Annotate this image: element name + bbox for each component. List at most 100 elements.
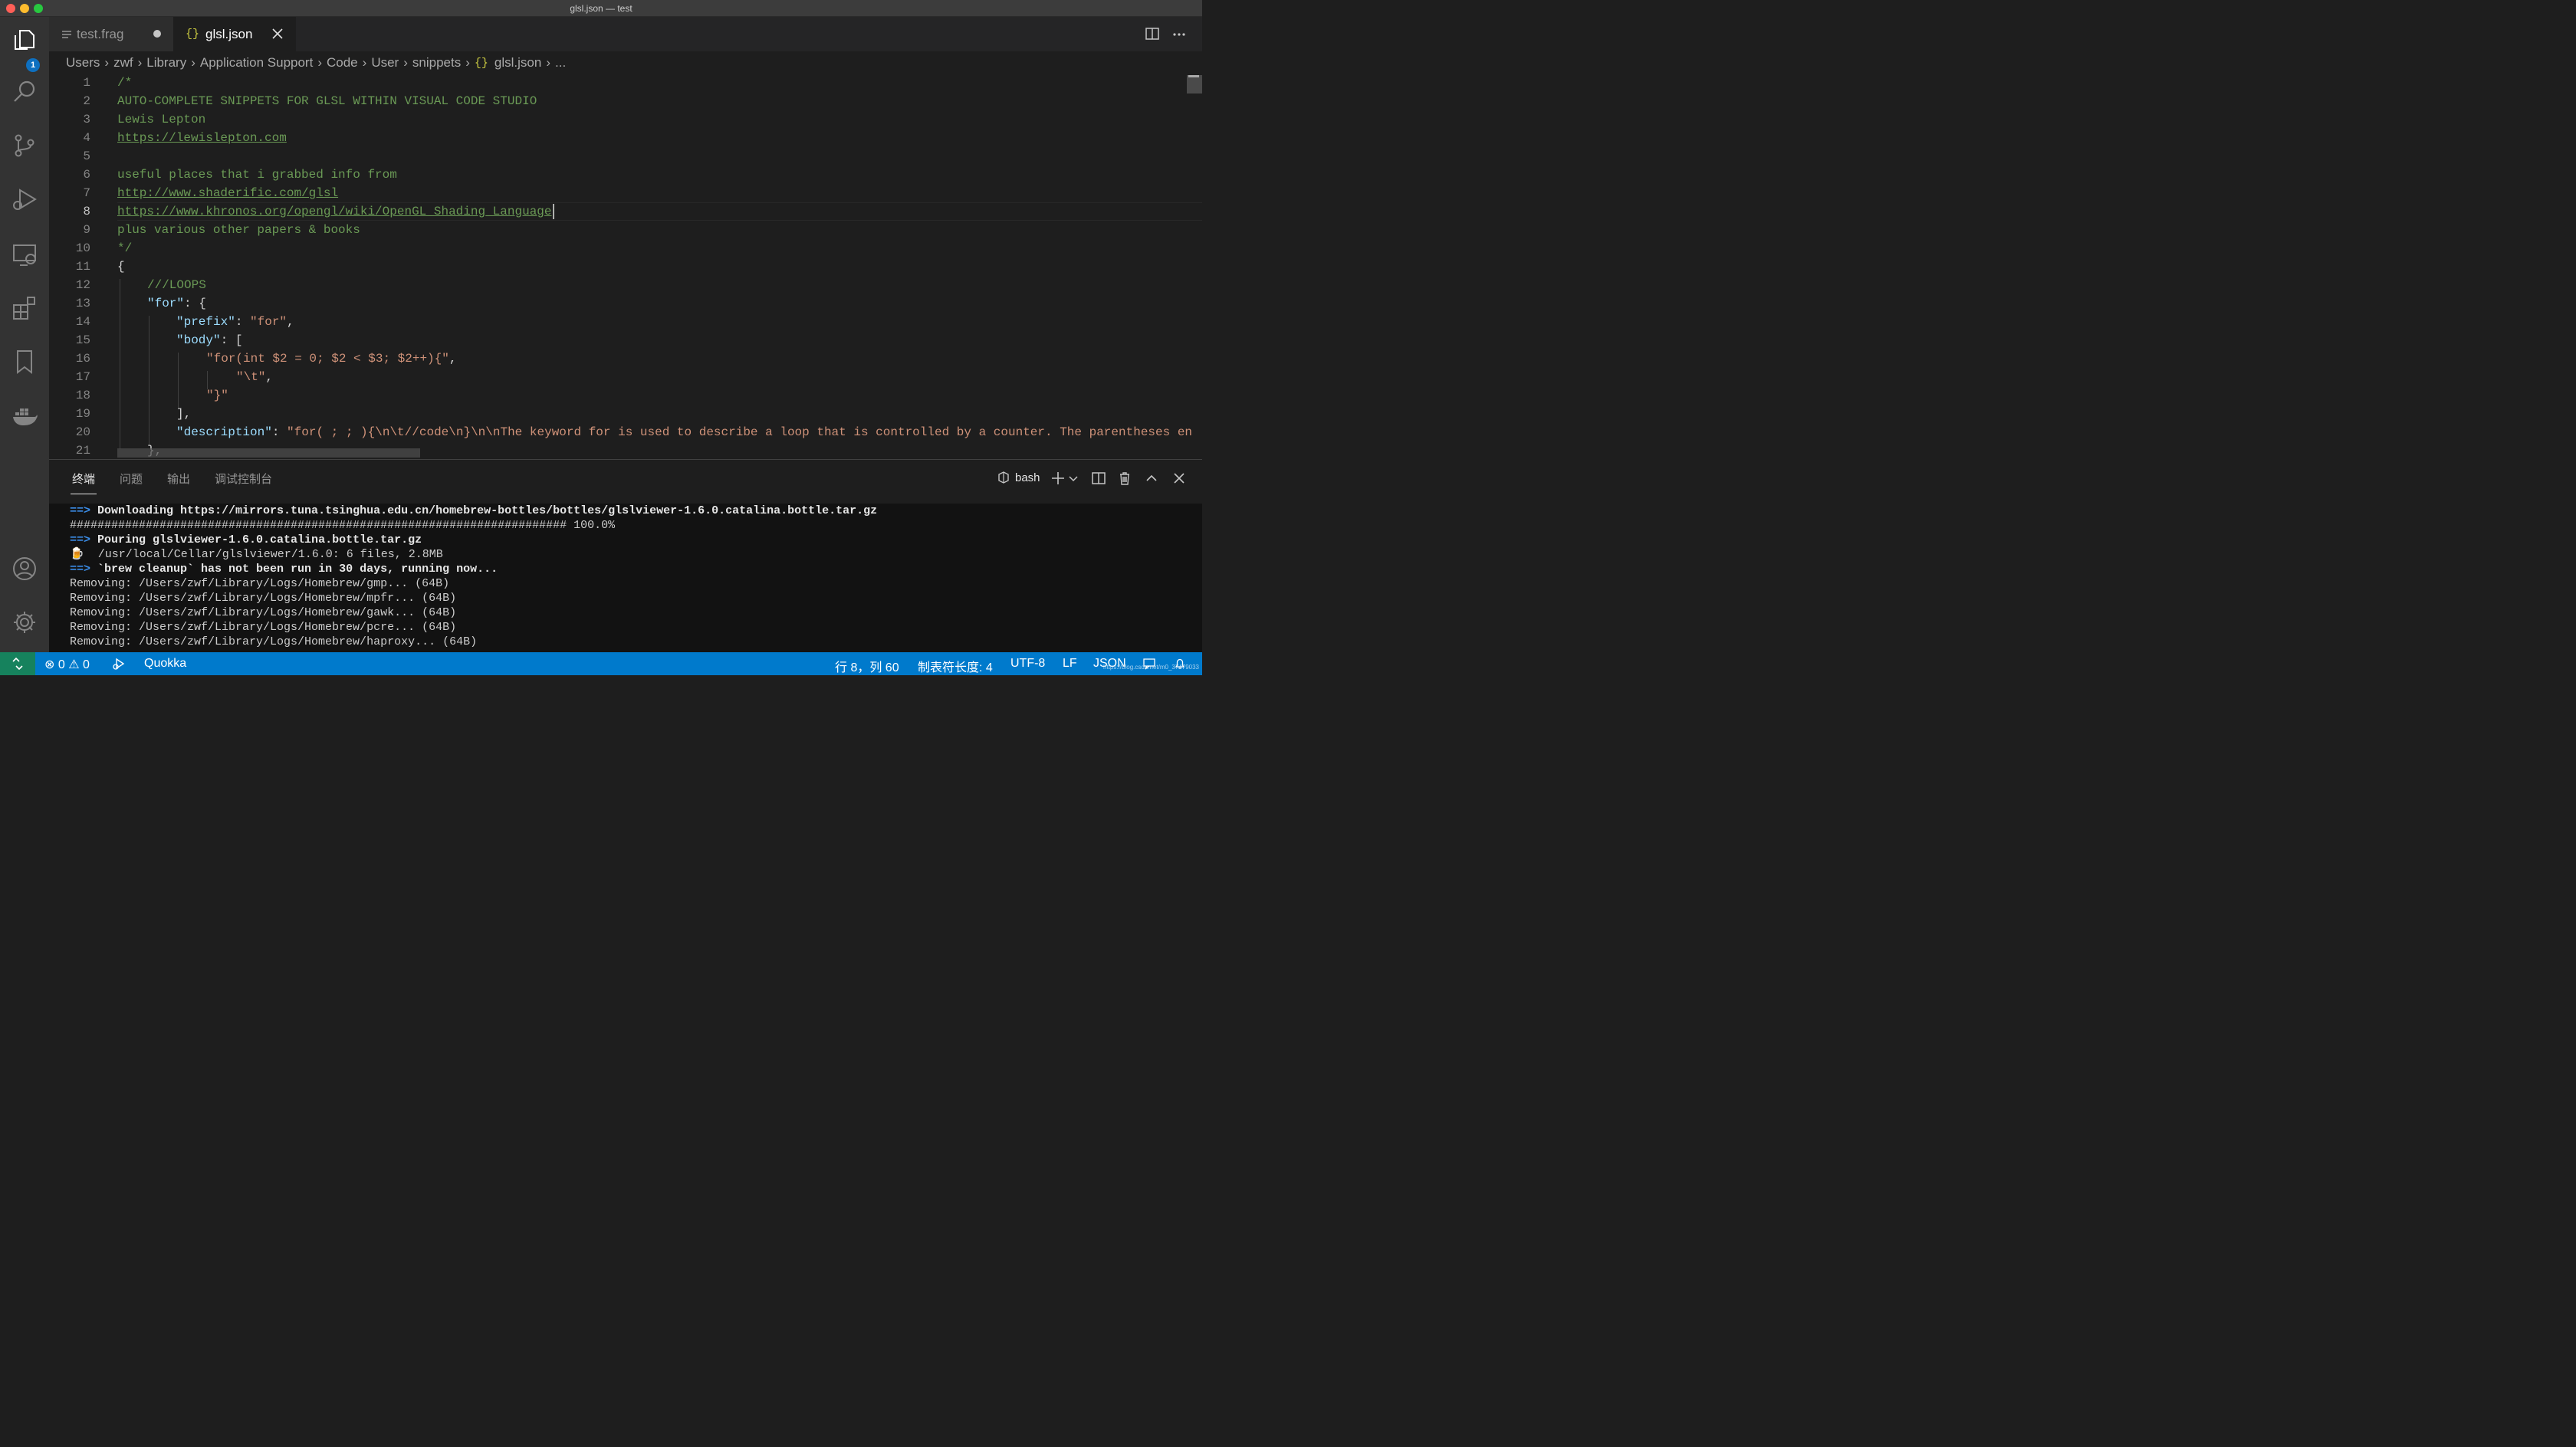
tab-label: test.frag (77, 26, 124, 41)
chevron-right-icon: › (191, 55, 196, 70)
accounts-icon[interactable] (11, 555, 38, 582)
end-of-line[interactable]: LF (1063, 657, 1077, 671)
code-link[interactable]: http://www.shaderific.com/glsl (117, 184, 338, 202)
shell-label: bash (1015, 471, 1040, 484)
extensions-icon[interactable] (11, 294, 38, 322)
breadcrumb-item[interactable]: Library (146, 55, 186, 71)
error-icon: ⊗ (44, 658, 55, 671)
minimap-slider[interactable] (1187, 75, 1202, 94)
run-debug-icon[interactable] (11, 185, 38, 213)
breadcrumb-more[interactable]: ... (555, 55, 566, 71)
code-link[interactable]: https://lewislepton.com (117, 129, 287, 147)
tab-output[interactable]: 输出 (167, 471, 190, 487)
braces-icon: {} (186, 28, 200, 41)
problems-status[interactable]: ⊗ 0 ⚠ 0 (44, 657, 90, 672)
tab-terminal[interactable]: 终端 (72, 471, 95, 487)
close-panel-icon[interactable] (1171, 471, 1187, 486)
code-line: 10 */ (49, 239, 1202, 258)
run-icon[interactable] (112, 657, 126, 671)
lines-icon (62, 30, 71, 38)
terminal-line: ==> Pouring glslviewer-1.6.0.catalina.bo… (70, 533, 422, 547)
split-editor-icon[interactable] (1145, 26, 1160, 41)
code-text: Lewis Lepton (117, 113, 206, 126)
terminal-text: Removing: /Users/zwf/Library/Logs/Homebr… (70, 577, 450, 590)
explorer-icon[interactable] (11, 26, 38, 54)
trash-icon[interactable] (1117, 471, 1132, 486)
json-punctuation: , (265, 370, 274, 384)
code-editor[interactable]: 1 /* 2 AUTO-COMPLETE SNIPPETS FOR GLSL WIT… (49, 74, 1202, 459)
line-number: 8 (83, 205, 90, 218)
terminal-shell-selector[interactable]: bash (997, 471, 1040, 484)
chevron-right-icon: › (403, 55, 408, 70)
code-line: 3 Lewis Lepton (49, 110, 1202, 129)
chevron-up-icon[interactable] (1144, 471, 1159, 486)
settings-gear-icon[interactable] (11, 609, 38, 636)
json-string: "for( ; ; ){\n\t//code\n}\n\nThe keyword… (287, 425, 1193, 439)
line-number: 3 (83, 113, 90, 126)
code-text: https://www.khronos.org/opengl/wiki/Open… (117, 202, 554, 221)
code-text: "for": { (147, 294, 206, 313)
json-key: "body" (176, 333, 221, 347)
unsaved-dot-icon[interactable] (153, 30, 161, 38)
minimap-cursor-mark (1188, 75, 1199, 77)
activity-bar: 1 (0, 17, 49, 652)
remote-indicator[interactable] (0, 652, 35, 675)
remote-explorer-icon[interactable] (11, 241, 38, 268)
tab-test-frag[interactable]: test.frag (49, 17, 173, 51)
editor-tab-bar: test.frag {} glsl.json (49, 17, 1202, 51)
line-number: 12 (75, 278, 90, 292)
tab-problems[interactable]: 问题 (120, 471, 143, 487)
line-number: 11 (75, 260, 90, 274)
chevron-right-icon: › (465, 55, 470, 70)
code-line: 12 ///LOOPS (49, 276, 1202, 294)
code-line: 1 /* (49, 74, 1202, 92)
error-count: 0 (58, 658, 65, 671)
code-text: AUTO-COMPLETE SNIPPETS FOR GLSL WITHIN V… (117, 94, 537, 108)
line-number: 9 (83, 223, 90, 237)
tab-size[interactable]: 制表符长度: 4 (918, 657, 993, 675)
window-title: glsl.json — test (570, 3, 632, 14)
braces-icon: {} (474, 56, 488, 70)
terminal-line: 🍺 /usr/local/Cellar/glslviewer/1.6.0: 6 … (70, 547, 443, 562)
encoding[interactable]: UTF-8 (1010, 657, 1045, 671)
chevron-down-icon[interactable] (1068, 471, 1079, 486)
code-line: 17 "\t", (49, 368, 1202, 386)
bookmark-icon[interactable] (11, 348, 38, 376)
breadcrumb-item[interactable]: Code (327, 55, 358, 71)
tab-glsl-json[interactable]: {} glsl.json (173, 17, 296, 51)
breadcrumb-item[interactable]: Application Support (200, 55, 313, 71)
horizontal-scrollbar[interactable] (117, 448, 420, 458)
terminal-line: Removing: /Users/zwf/Library/Logs/Homebr… (70, 591, 456, 605)
breadcrumb-file[interactable]: glsl.json (495, 55, 541, 71)
tab-debug-console[interactable]: 调试控制台 (215, 471, 272, 487)
breadcrumb: Users › zwf › Library › Application Support… (66, 54, 566, 72)
close-icon[interactable] (270, 26, 285, 41)
json-punctuation: : { (184, 297, 206, 310)
terminal-output[interactable]: ==> Downloading https://mirrors.tuna.tsi… (49, 504, 1202, 652)
code-line: 20 "description": "for( ; ; ){\n\t//code\… (49, 423, 1202, 441)
source-control-icon[interactable] (11, 132, 38, 159)
docker-icon[interactable] (11, 402, 38, 429)
terminal-line: ########################################… (70, 518, 615, 533)
code-link[interactable]: https://www.khronos.org/opengl/wiki/Open… (117, 205, 552, 218)
terminal-arrow: ==> (70, 533, 98, 546)
json-key: "description" (176, 425, 272, 439)
line-number: 16 (75, 352, 90, 366)
json-string: "for(int $2 = 0; $2 < $3; $2++){" (206, 352, 449, 366)
more-actions-icon[interactable] (1171, 26, 1187, 41)
terminal-text: Pouring glslviewer-1.6.0.catalina.bottle… (97, 533, 422, 546)
line-number: 19 (75, 407, 90, 421)
terminal-line: Removing: /Users/zwf/Library/Logs/Homebr… (70, 635, 477, 649)
code-line: 13 "for": { (49, 294, 1202, 313)
breadcrumb-item[interactable]: zwf (113, 55, 133, 71)
split-terminal-icon[interactable] (1091, 471, 1106, 486)
search-icon[interactable] (11, 78, 38, 106)
new-terminal-icon[interactable] (1050, 471, 1066, 486)
cursor-position[interactable]: 行 8，列 60 (835, 657, 899, 675)
breadcrumb-item[interactable]: User (371, 55, 399, 71)
breadcrumb-item[interactable]: snippets (412, 55, 461, 71)
quokka-status[interactable]: Quokka (144, 657, 186, 671)
line-number: 5 (83, 149, 90, 163)
breadcrumb-item[interactable]: Users (66, 55, 100, 71)
line-number: 18 (75, 389, 90, 402)
